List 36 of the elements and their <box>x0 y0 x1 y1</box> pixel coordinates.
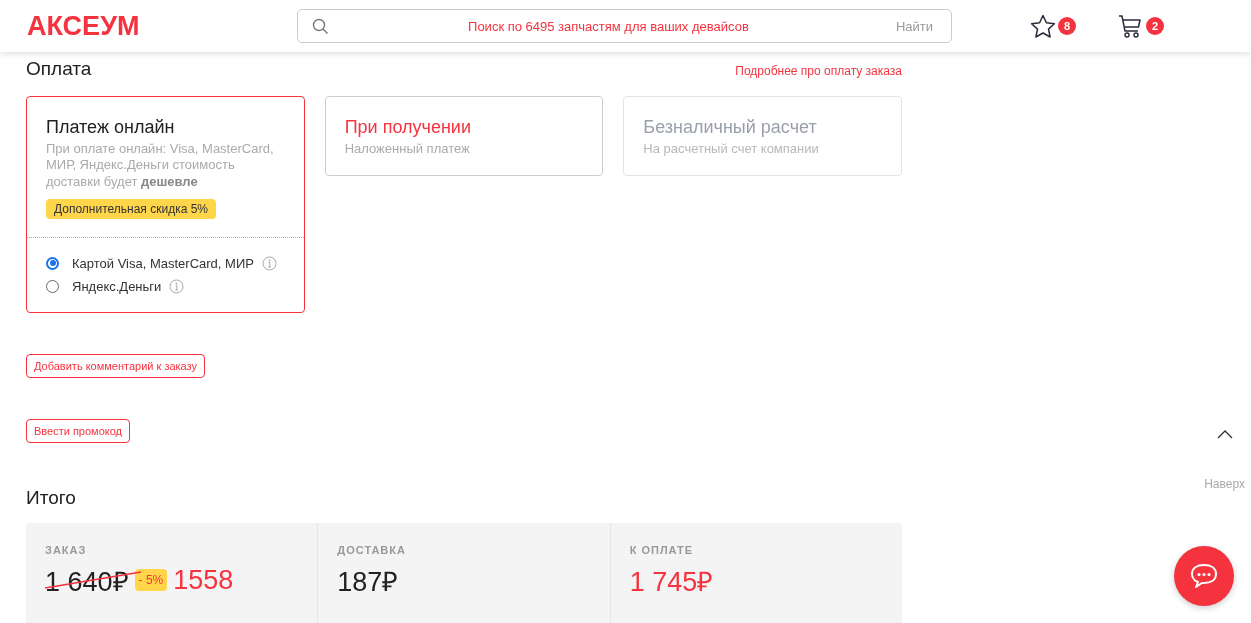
cart-count: 2 <box>1146 17 1164 35</box>
payment-method-card[interactable]: Платеж онлайн При оплате онлайн: Visa, MasterCard, МИР, Яндекс.Деньги стоимость доставки будет дешевле Дополнительная скидка 5% Картой Visa, MasterCard, МИР Яндекс.Деньги <box>26 96 305 313</box>
radio-button[interactable] <box>46 256 59 270</box>
option-label[interactable]: Картой Visa, MasterCard, МИР <box>72 255 254 271</box>
star-icon[interactable] <box>1030 13 1056 39</box>
chevron-up-icon[interactable] <box>1216 430 1233 439</box>
back-to-top-link[interactable]: Наверх <box>1204 477 1245 491</box>
add-comment-button[interactable]: Добавить комментарий к заказу <box>26 353 206 378</box>
price-value: 1558 <box>173 564 234 596</box>
promo-code-button[interactable]: Ввести промокод <box>26 418 131 443</box>
chat-button[interactable] <box>1174 546 1234 606</box>
section-title: Итого <box>26 486 77 509</box>
option-label[interactable]: Яндекс.Деньги <box>72 278 162 294</box>
favorites-count: 8 <box>1058 17 1076 35</box>
card-description: При оплате онлайн: Visa, MasterCard, МИР, Яндекс.Деньги стоимость доставки будет дешевле <box>46 141 275 190</box>
card-title: Платеж онлайн <box>46 117 176 138</box>
summary-label: ДОСТАВКА <box>337 543 407 556</box>
search-button[interactable]: Найти <box>887 18 941 34</box>
chat-bubble-icon <box>1188 562 1220 590</box>
card-title: При получении <box>344 117 472 138</box>
discount-badge: - 5% <box>134 569 168 592</box>
price-value: 1 745₽ <box>629 565 714 599</box>
summary-label: К ОПЛАТЕ <box>629 543 695 556</box>
logo[interactable]: АКСЕУМ <box>27 10 297 42</box>
discount-badge: Дополнительная скидка 5% <box>46 198 217 219</box>
payment-method-card[interactable]: При получении Наложенный платеж <box>324 96 604 177</box>
search-field[interactable]: Поиск по 6495 запчастям для ваших девайсов Найти <box>297 9 952 43</box>
payment-info-link[interactable]: Подробнее про оплату заказа <box>735 64 902 78</box>
summary-label: ЗАКАЗ <box>45 543 88 556</box>
card-description: Наложенный платеж <box>344 141 471 158</box>
price-value: 187₽ <box>337 565 399 599</box>
search-icon <box>312 17 329 35</box>
cart-icon[interactable] <box>1118 13 1144 39</box>
card-description: На расчетный счет компании <box>643 141 820 158</box>
section-title: Оплата <box>26 58 92 80</box>
card-title: Безналичный расчет <box>643 117 818 138</box>
